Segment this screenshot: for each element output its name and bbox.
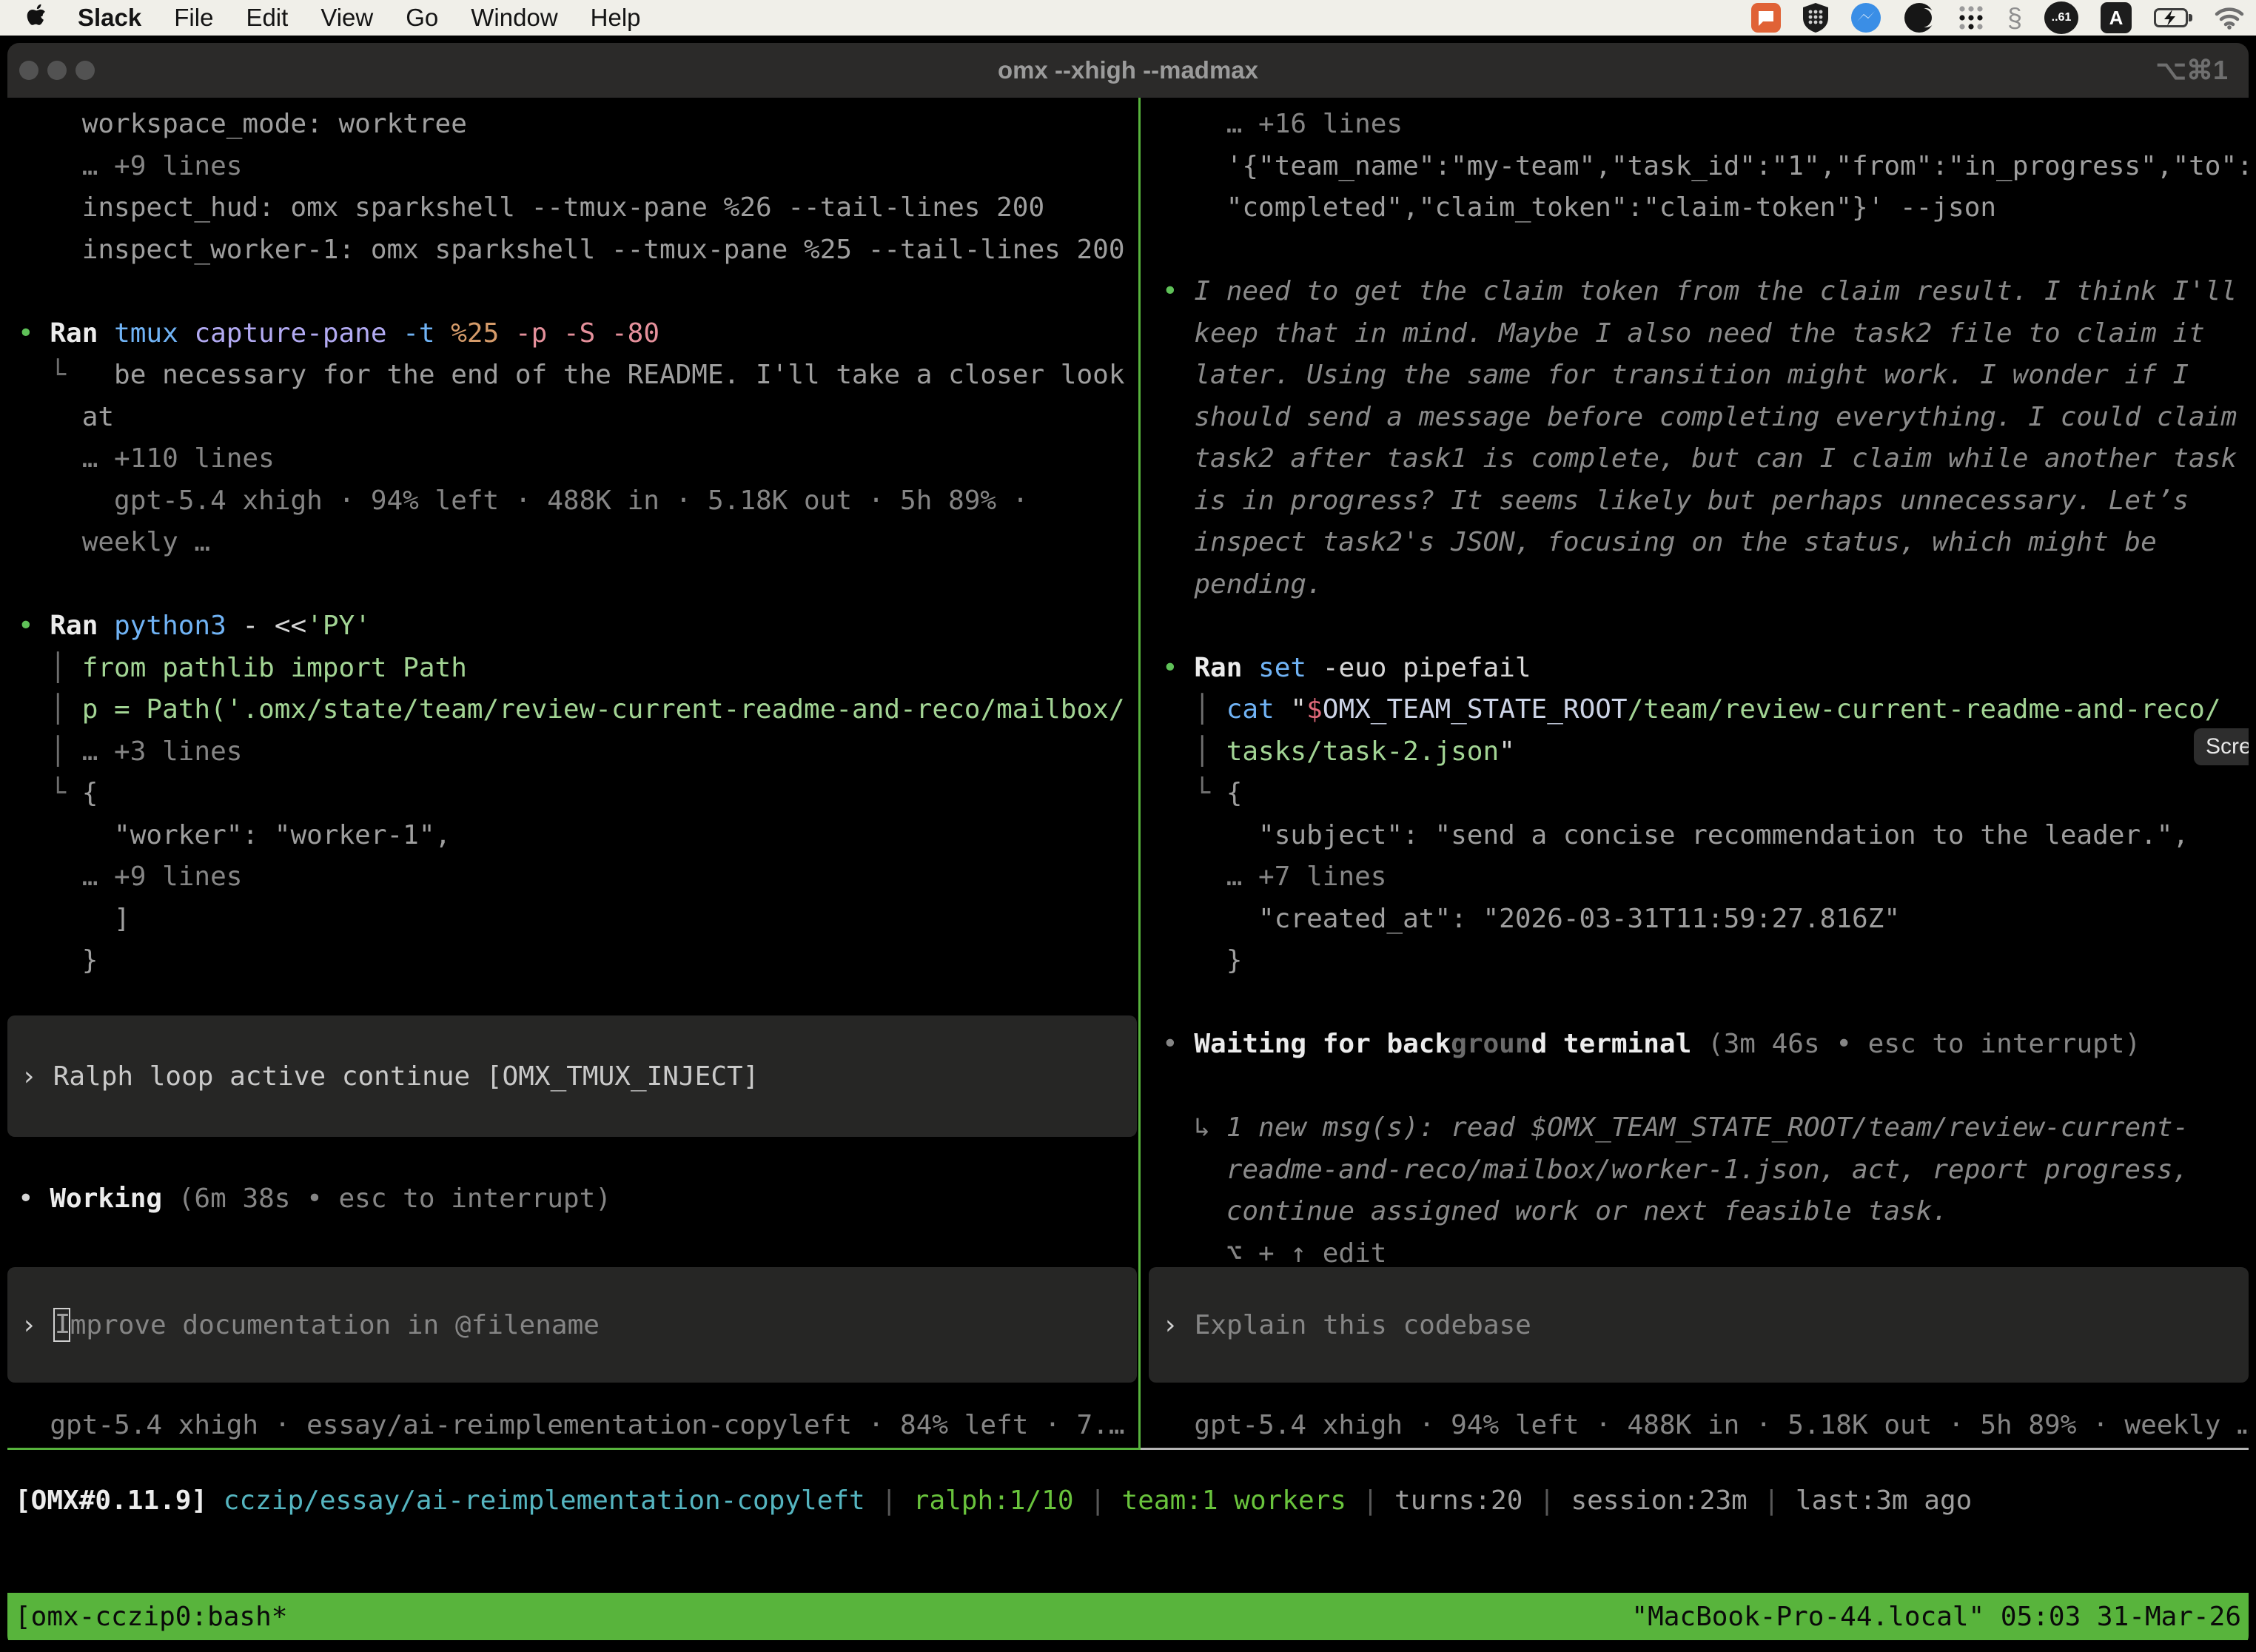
apple-menu[interactable] (27, 2, 47, 33)
title-bar: omx --xhigh --madmax ⌥⌘1 (7, 43, 2249, 98)
right-model-statusline: gpt-5.4 xhigh · 94% left · 488K in · 5.1… (1162, 1405, 2249, 1447)
terminal-line: is in progress? It seems likely but perh… (1162, 480, 2249, 523)
menu-item-view[interactable]: View (320, 4, 373, 32)
banner-text: Ralph loop active continue [OMX_TMUX_INJ… (53, 1061, 759, 1092)
terminal-line: "completed","claim_token":"claim-token"}… (1162, 187, 2249, 229)
terminal-line: readme-and-reco/mailbox/worker-1.json, a… (1162, 1149, 2249, 1192)
terminal-line: • Ran tmux capture-pane -t %25 -p -S -80 (18, 313, 1137, 355)
terminal-line: should send a message before completing … (1162, 397, 2249, 439)
left-model-statusline: gpt-5.4 xhigh · essay/ai-reimplementatio… (18, 1405, 1135, 1447)
input-prompt: › (21, 1310, 37, 1340)
terminal-line: • Waiting for background terminal (3m 46… (1162, 1024, 2249, 1066)
terminal-line: "created_at": "2026-03-31T11:59:27.816Z" (1162, 899, 2249, 941)
menu-item-help[interactable]: Help (591, 4, 641, 32)
menu-status-icons: § ..61 A (1751, 0, 2244, 36)
terminal-line: │ tasks/task-2.json" (1162, 731, 2249, 773)
banner-prompt: › (21, 1061, 37, 1092)
menu-item-window[interactable]: Window (471, 4, 557, 32)
messenger-bolt-icon[interactable] (1850, 2, 1881, 33)
dots-grid-icon[interactable] (1957, 4, 1985, 32)
menu-item-file[interactable]: File (174, 4, 213, 32)
terminal-line: later. Using the same for transition mig… (1162, 355, 2249, 397)
input-prompt: › (1162, 1310, 1178, 1340)
terminal-line: └ be necessary for the end of the README… (18, 355, 1137, 397)
terminal-line: • I need to get the claim token from the… (1162, 271, 2249, 313)
terminal-line: pending. (1162, 564, 2249, 606)
terminal-line: task2 after task1 is complete, but can I… (1162, 438, 2249, 480)
text-cursor: I (53, 1308, 70, 1342)
battery-icon[interactable] (2154, 8, 2192, 27)
terminal-line: inspect_hud: omx sparkshell --tmux-pane … (18, 187, 1137, 229)
screen-tooltip-button[interactable]: Scre (2194, 728, 2249, 765)
tmux-horizontal-border-inactive[interactable] (1141, 1448, 2249, 1450)
terminal-line: │ … +3 lines (18, 731, 1137, 773)
right-prompt-input[interactable]: › Explain this codebase (1149, 1267, 2249, 1383)
terminal-line: keep that in mind. Maybe I also need the… (1162, 313, 2249, 355)
tmux-vertical-divider[interactable] (1138, 98, 1141, 1448)
terminal-line: • Ran set -euo pipefail (1162, 648, 2249, 690)
chat-app-icon[interactable] (1751, 3, 1781, 33)
terminal-line: ] (18, 899, 1137, 941)
terminal-line (18, 564, 1137, 606)
terminal-line: └ { (18, 773, 1137, 815)
terminal-line: inspect task2's JSON, focusing on the st… (1162, 522, 2249, 564)
terminal-line: ↳ 1 new msg(s): read $OMX_TEAM_STATE_ROO… (1162, 1107, 2249, 1149)
wifi-icon[interactable] (2215, 6, 2244, 30)
window-shortcut-hint: ⌥⌘1 (2155, 55, 2228, 86)
terminal-line: gpt-5.4 xhigh · 94% left · 488K in · 5.1… (18, 480, 1137, 523)
terminal-line: … +16 lines (1162, 104, 2249, 146)
window-title: omx --xhigh --madmax (7, 56, 2249, 84)
omx-hud-statusline: [OMX#0.11.9] cczip/essay/ai-reimplementa… (15, 1480, 2243, 1522)
badge-61-icon[interactable]: ..61 (2044, 1, 2078, 34)
left-pane-output: workspace_mode: worktree … +9 lines insp… (7, 104, 1137, 982)
terminal-line (1162, 229, 2249, 272)
terminal-line: │ from pathlib import Path (18, 648, 1137, 690)
crescent-circle-icon[interactable] (1904, 2, 1935, 33)
input-placeholder: mprove documentation in @filename (70, 1310, 600, 1340)
squiggle-icon[interactable]: § (2007, 2, 2022, 33)
terminal-line: } (1162, 940, 2249, 982)
input-source-icon[interactable]: A (2101, 2, 2132, 33)
terminal-line: at (18, 397, 1137, 439)
terminal-line: continue assigned work or next feasible … (1162, 1191, 2249, 1233)
working-status: • Working (6m 38s • esc to interrupt) (18, 1178, 1135, 1220)
terminal-line (1162, 982, 2249, 1024)
terminal-line: "subject": "send a concise recommendatio… (1162, 815, 2249, 857)
left-prompt-input[interactable]: › I mprove documentation in @filename (7, 1267, 1137, 1383)
tmux-horizontal-border-active[interactable] (7, 1448, 1141, 1450)
terminal-line (1162, 1066, 2249, 1108)
right-pane-output: … +16 lines '{"team_name":"my-team","tas… (1152, 104, 2249, 1275)
terminal-line (1162, 605, 2249, 648)
terminal-line: workspace_mode: worktree (18, 104, 1137, 146)
tmux-status-bar: [omx-cczip0:bash* "MacBook-Pro-44.local"… (7, 1593, 2249, 1640)
terminal-line: … +7 lines (1162, 856, 2249, 899)
terminal-window: omx --xhigh --madmax ⌥⌘1 workspace_mode:… (7, 43, 2249, 1648)
terminal-line: … +9 lines (18, 146, 1137, 188)
terminal-line (18, 271, 1137, 313)
ralph-loop-banner[interactable]: › Ralph loop active continue [OMX_TMUX_I… (7, 1015, 1137, 1137)
terminal-line: │ p = Path('.omx/state/team/review-curre… (18, 689, 1137, 731)
menu-app-name[interactable]: Slack (78, 4, 141, 32)
input-placeholder: Explain this codebase (1195, 1310, 1531, 1340)
menu-item-edit[interactable]: Edit (246, 4, 288, 32)
terminal-line: │ cat "$OMX_TEAM_STATE_ROOT/team/review-… (1162, 689, 2249, 731)
terminal-line: inspect_worker-1: omx sparkshell --tmux-… (18, 229, 1137, 272)
menu-bar: Slack File Edit View Go Window Help (0, 0, 2256, 36)
terminal-line: "worker": "worker-1", (18, 815, 1137, 857)
terminal-line: └ { (1162, 773, 2249, 815)
apple-logo-icon (27, 2, 47, 33)
terminal-line: weekly … (18, 522, 1137, 564)
menu-item-go[interactable]: Go (406, 4, 438, 32)
terminal-line: '{"team_name":"my-team","task_id":"1","f… (1162, 146, 2249, 188)
terminal-line: • Ran python3 - <<'PY' (18, 605, 1137, 648)
shield-grid-icon[interactable] (1803, 3, 1828, 33)
terminal-line: … +110 lines (18, 438, 1137, 480)
terminal-line: … +9 lines (18, 856, 1137, 899)
terminal-line: } (18, 940, 1137, 982)
tmux-session-label: [omx-cczip0:bash* (15, 1602, 287, 1632)
tmux-host-clock-label: "MacBook-Pro-44.local" 05:03 31-Mar-26 (1631, 1602, 2241, 1632)
